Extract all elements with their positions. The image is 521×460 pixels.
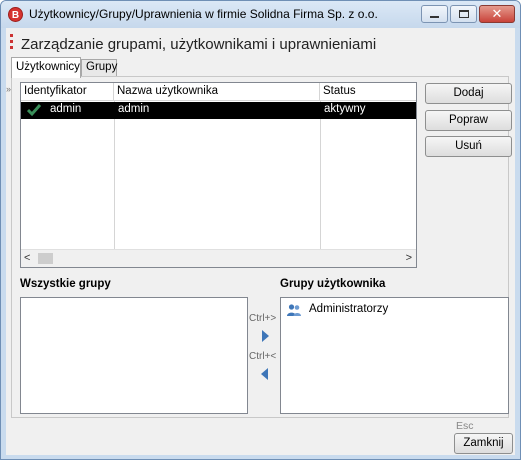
scroll-thumb[interactable] [38,253,53,264]
all-groups-label: Wszystkie grupy [20,278,111,290]
move-right-icon[interactable] [259,329,271,343]
maximize-icon [459,10,469,18]
remove-group-shortcut: Ctrl+< [249,351,277,362]
dialog-window: B Użytkownicy/Grupy/Uprawnienia w firmie… [0,0,521,460]
add-user-button[interactable]: Dodaj [425,83,512,104]
maximize-button[interactable] [450,5,477,23]
close-icon: ✕ [491,6,503,21]
column-divider [114,101,115,249]
window-title: Użytkownicy/Grupy/Uprawnienia w firmie S… [29,7,378,21]
user-group-icon [287,304,301,316]
close-button[interactable]: Zamknij [454,433,513,454]
column-header-name[interactable]: Nazwa użytkownika [114,83,320,101]
header-grip-icon [10,34,13,49]
horizontal-scrollbar[interactable]: < > [21,249,416,267]
page-title: Zarządzanie grupami, użytkownikami i upr… [21,36,377,53]
cell-status: aktywny [324,103,366,115]
column-divider [320,101,321,249]
scroll-left-icon[interactable]: < [24,252,30,264]
minimize-button[interactable] [421,5,448,23]
group-name: Administratorzy [309,303,389,315]
title-bar[interactable]: B Użytkownicy/Grupy/Uprawnienia w firmie… [1,1,520,28]
esc-shortcut: Esc [456,420,474,432]
tab-users[interactable]: Użytkownicy [11,57,81,78]
scroll-right-icon[interactable]: > [406,252,412,264]
add-group-shortcut: Ctrl+> [249,313,277,324]
user-groups-list[interactable]: Administratorzy [280,297,509,414]
table-row[interactable]: admin admin aktywny [21,102,416,119]
cell-id: admin [50,103,82,115]
column-header-status[interactable]: Status [320,83,416,101]
close-window-button[interactable]: ✕ [479,5,515,23]
table-header: Identyfikator Nazwa użytkownika Status [21,83,416,101]
all-groups-list[interactable] [20,297,248,414]
user-groups-label: Grupy użytkownika [280,278,386,290]
tab-groups[interactable]: Grupy [81,59,117,77]
minimize-icon [430,16,439,18]
move-left-icon[interactable] [259,367,271,381]
edit-user-button[interactable]: Popraw [425,110,512,131]
column-header-id[interactable]: Identyfikator [21,83,114,101]
cell-name: admin [118,103,150,115]
users-table[interactable]: Identyfikator Nazwa użytkownika Status a… [20,82,417,268]
checkmark-icon [27,104,41,117]
delete-user-button[interactable]: Usuń [425,136,512,157]
app-icon[interactable]: B [8,7,23,22]
users-tab-panel: Identyfikator Nazwa użytkownika Status a… [11,76,512,418]
dialog-body: Zarządzanie grupami, użytkownikami i upr… [6,28,515,455]
